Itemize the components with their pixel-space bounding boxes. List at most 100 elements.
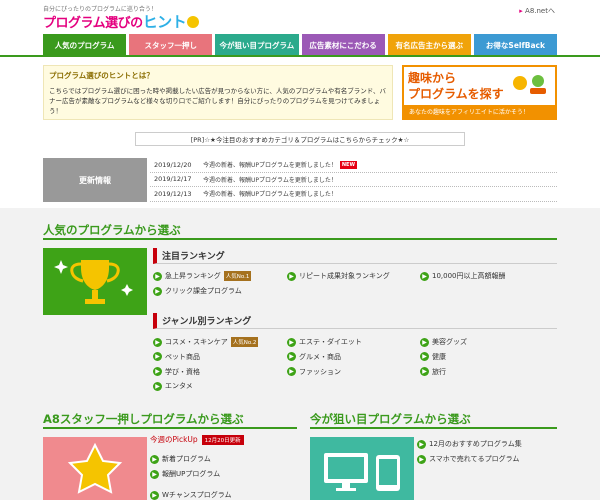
link-label: 報酬UPプログラム <box>162 470 221 478</box>
update-link[interactable]: 今週の新着、報酬UPプログラムを更新しました！ <box>203 189 337 198</box>
nav-item[interactable]: スタッフ一押し <box>129 34 213 56</box>
site-logo[interactable]: プログラム選びのヒント <box>43 11 200 32</box>
update-link[interactable]: 今週の新着、報酬UPプログラムを更新しました！ <box>203 160 337 169</box>
nav-item[interactable]: 人気のプログラム <box>43 34 127 56</box>
arrow-right-icon: ▶ <box>150 490 159 500</box>
link-label: コスメ・スキンケア <box>165 338 228 346</box>
list-link[interactable]: ▶ 報酬UPプログラム <box>150 469 220 479</box>
arrow-right-icon: ▶ <box>287 337 296 347</box>
link-label: ファッション <box>299 367 341 376</box>
updates-label: 更新情報 <box>43 158 147 202</box>
staff-section-line <box>43 427 297 429</box>
new-badge: NEW <box>339 160 357 169</box>
popular-section-title: 人気のプログラムから選ぶ <box>43 223 181 237</box>
list-link[interactable]: ▶ ファッション <box>287 367 341 377</box>
list-link[interactable]: ▶ リピート成果対象ランキング <box>287 271 390 281</box>
arrow-right-icon: ▶ <box>420 367 429 377</box>
link-label: 新着プログラム <box>162 455 211 463</box>
intro-body: こちらではプログラム選びに困った時や掲載したい広告が見つからない方に、人気のプロ… <box>49 87 386 115</box>
list-link[interactable]: ▶ 10,000円以上高額報酬 <box>420 271 506 281</box>
list-link[interactable]: ▶ 12月のおすすめプログラム集 <box>417 439 522 449</box>
hobby-illustration-icon <box>513 75 546 94</box>
update-date: 2019/12/20 <box>154 160 192 169</box>
list-link[interactable]: ▶ エステ・ダイエット <box>287 337 362 347</box>
list-link[interactable]: ▶ クリック課金プログラム <box>153 286 242 296</box>
link-label: エステ・ダイエット <box>299 338 362 346</box>
link-label: 10,000円以上高額報酬 <box>432 272 506 280</box>
banner-line2: プログラムを探す <box>408 87 504 101</box>
nav-item[interactable]: 広告素材にこだわる <box>301 34 385 56</box>
list-link[interactable]: ▶ 美容グッズ <box>420 337 467 347</box>
link-label: 12月のおすすめプログラム集 <box>429 440 522 448</box>
banner-line1: 趣味から <box>408 71 457 85</box>
staff-section-title: A8スタッフ一押しプログラムから選ぶ <box>43 412 244 426</box>
link-label: 学び・資格 <box>165 367 200 376</box>
link-label: エンタメ <box>165 382 193 391</box>
link-label: 旅行 <box>432 367 446 376</box>
link-label: 急上昇ランキング <box>165 272 221 280</box>
trophy-icon <box>54 260 133 304</box>
arrow-right-icon: ▶ <box>420 271 429 281</box>
arrow-right-icon: ▶ <box>153 367 162 377</box>
link-label: Wチャンスプログラム <box>162 491 232 499</box>
pr-link[interactable]: [PR]☆★今注目のおすすめカテゴリ＆プログラムはこちらからチェック★☆ <box>135 132 465 146</box>
intro-box: プログラム選びのヒントとは？ こちらではプログラム選びに困った時や掲載したい広告… <box>43 65 393 120</box>
arrow-right-icon: ▶ <box>287 367 296 377</box>
chevron-right-icon: ▸ <box>519 7 523 15</box>
pickup-date-badge: 12月20日更新 <box>201 434 244 445</box>
list-link[interactable]: ▶ 学び・資格 <box>153 367 200 377</box>
list-link[interactable]: ▶ Wチャンスプログラム <box>150 490 232 500</box>
logo-text: プログラム選びの <box>43 16 143 31</box>
featured-ranking-heading: 注目ランキング <box>153 248 557 264</box>
nav-item[interactable]: 今が狙い目プログラム <box>215 34 299 56</box>
banner-sub: あなたの趣味をアフィリエイトに活かそう！ <box>404 105 555 118</box>
popularity-badge: 人気No.2 <box>230 337 259 347</box>
updates-list: 2019/12/20 今週の新着、報酬UPプログラムを更新しました！ NEW 2019… <box>150 158 557 202</box>
arrow-right-icon: ▶ <box>153 381 162 391</box>
a8-link[interactable]: ▸ A8.netへ <box>519 6 555 16</box>
list-link[interactable]: ▶ グルメ・商品 <box>287 352 341 362</box>
lightbulb-icon <box>187 16 200 28</box>
list-link[interactable]: ▶ 新着プログラム <box>150 454 211 464</box>
link-label: リピート成果対象ランキング <box>299 272 390 280</box>
trophy-image <box>43 248 147 315</box>
arrow-right-icon: ▶ <box>153 286 162 296</box>
nav-item[interactable]: 有名広告主から選ぶ <box>387 34 471 56</box>
arrow-right-icon: ▶ <box>417 439 426 449</box>
main-nav: 人気のプログラム スタッフ一押し 今が狙い目プログラム 広告素材にこだわる 有名広告主か… <box>43 34 558 56</box>
list-link[interactable]: ▶ スマホで売れてるプログラム <box>417 454 519 464</box>
link-label: スマホで売れてるプログラム <box>429 455 520 463</box>
popularity-badge: 人気No.1 <box>223 271 252 281</box>
list-link[interactable]: ▶ 健康 <box>420 352 446 362</box>
hobby-banner[interactable]: 趣味から プログラムを探す あなたの趣味をアフィリエイトに活かそう！ <box>402 65 557 120</box>
list-link[interactable]: ▶ コスメ・スキンケア 人気No.2 <box>153 337 259 347</box>
nav-item[interactable]: お得なSelfBack <box>473 34 558 56</box>
update-date: 2019/12/17 <box>154 175 192 184</box>
logo-hint: ヒント <box>142 13 187 31</box>
link-label: クリック課金プログラム <box>165 287 242 295</box>
pickup-label: 今週のPickUp 12月20日更新 <box>150 434 244 445</box>
nav-underline <box>0 55 600 57</box>
intro-title: プログラム選びのヒントとは？ <box>49 71 154 80</box>
list-link[interactable]: ▶ 急上昇ランキング 人気No.1 <box>153 271 252 281</box>
target-section-title: 今が狙い目プログラムから選ぶ <box>310 412 471 426</box>
list-link[interactable]: ▶ ペット商品 <box>153 352 200 362</box>
update-row: 2019/12/17 今週の新着、報酬UPプログラムを更新しました！ <box>150 173 557 187</box>
list-link[interactable]: ▶ エンタメ <box>153 381 193 391</box>
devices-image <box>310 437 414 500</box>
update-date: 2019/12/13 <box>154 189 192 198</box>
link-label: 美容グッズ <box>432 338 467 346</box>
pickup-title: 今週のPickUp <box>150 435 198 444</box>
list-link[interactable]: ▶ 旅行 <box>420 367 446 377</box>
update-row: 2019/12/20 今週の新着、報酬UPプログラムを更新しました！ NEW <box>150 158 557 173</box>
arrow-right-icon: ▶ <box>417 454 426 464</box>
header: 自分にぴったりのプログラムに巡り合う！ プログラム選びのヒント ▸ A8.net… <box>0 0 600 34</box>
update-link[interactable]: 今週の新着、報酬UPプログラムを更新しました！ <box>203 175 337 184</box>
star-icon <box>67 442 123 494</box>
arrow-right-icon: ▶ <box>420 337 429 347</box>
devices-icon <box>324 453 400 491</box>
arrow-right-icon: ▶ <box>150 469 159 479</box>
target-section-line <box>310 427 557 429</box>
link-label: グルメ・商品 <box>299 352 341 361</box>
star-image <box>43 437 147 500</box>
